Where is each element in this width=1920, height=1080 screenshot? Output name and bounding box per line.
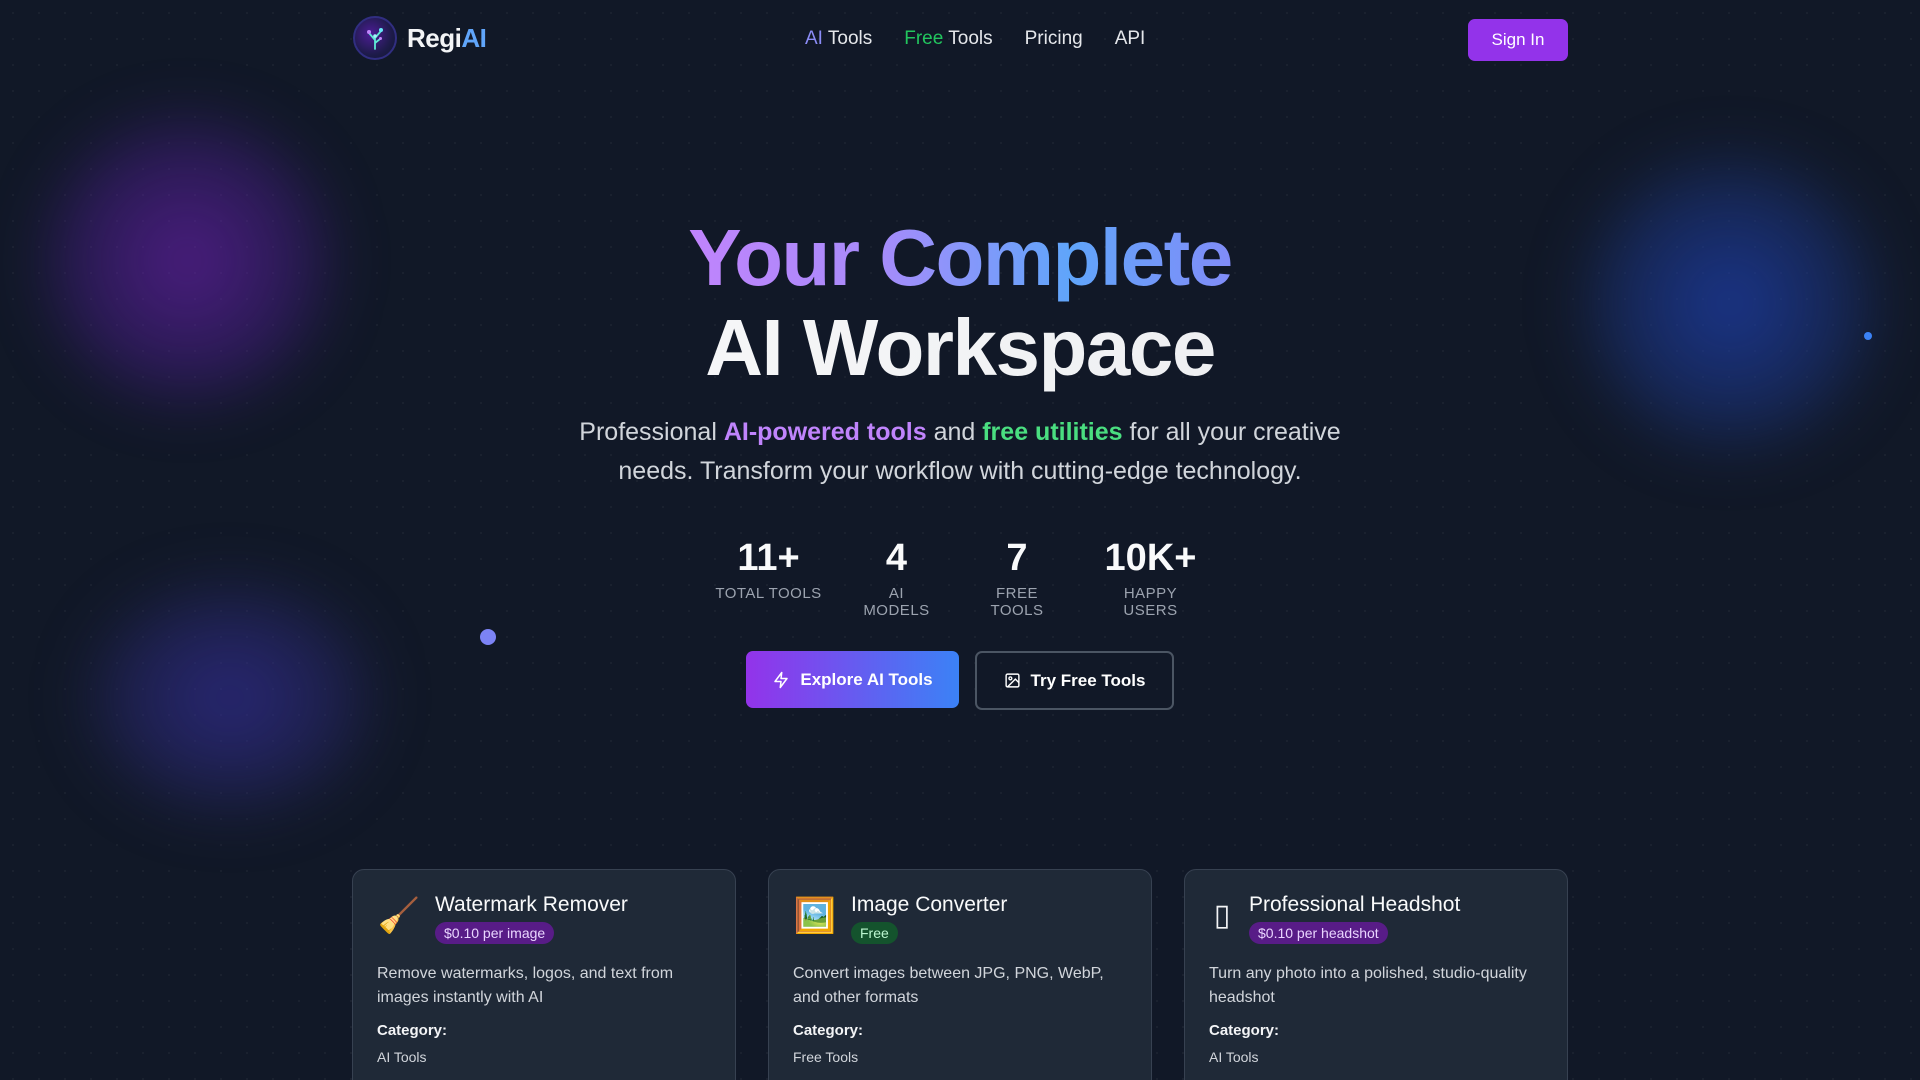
stat-value: 10K+ [1104, 537, 1197, 579]
card-title: Image Converter [851, 893, 1008, 916]
card-description: Remove watermarks, logos, and text from … [377, 965, 674, 1006]
top-navbar: RegiAI AI Tools Free Tools Pricing API S… [0, 0, 1920, 80]
stat-happy-users: 10K+ HAPPY USERS [1096, 533, 1206, 619]
nav-pricing[interactable]: Pricing [1025, 28, 1083, 50]
tool-card-professional-headshot[interactable]: ▯ Professional Headshot $0.10 per headsh… [1184, 869, 1568, 1080]
hero-subtitle: Professional AI-powered tools and free u… [579, 418, 1341, 485]
explore-ai-tools-button[interactable]: Explore AI Tools [746, 651, 959, 708]
broom-icon: 🧹 [377, 897, 421, 935]
hero-title-line2: AI Workspace [0, 302, 1920, 394]
stats-row: 11+ TOTAL TOOLS 4 AI MODELS 7 FREE TOOLS… [0, 533, 1920, 619]
logo-icon [353, 16, 397, 60]
try-free-tools-button[interactable]: Try Free Tools [975, 651, 1174, 710]
logo-text: RegiAI [407, 22, 487, 53]
missing-glyph-icon: ▯ [1213, 899, 1231, 932]
stat-label: HAPPY USERS [1123, 585, 1178, 619]
brand-logo[interactable]: RegiAI [353, 16, 487, 60]
main-nav: AI Tools Free Tools Pricing API [805, 28, 1145, 50]
price-badge: Free [851, 922, 898, 944]
card-title: Professional Headshot [1249, 893, 1461, 916]
card-description: Convert images between JPG, PNG, WebP, a… [793, 965, 1104, 1006]
tool-card-image-converter[interactable]: 🖼️ Image Converter Free Convert images b… [768, 869, 1152, 1080]
stat-label: TOTAL TOOLS [715, 585, 822, 602]
stat-free-tools: 7 FREE TOOLS [971, 533, 1064, 619]
tool-card-watermark-remover[interactable]: 🧹 Watermark Remover $0.10 per image Remo… [352, 869, 736, 1080]
stat-label: FREE TOOLS [990, 585, 1044, 619]
stat-total-tools: 11+ TOTAL TOOLS [715, 533, 823, 619]
stat-value: 7 [1006, 537, 1028, 579]
card-description: Turn any photo into a polished, studio-q… [1209, 965, 1527, 1006]
card-category-label: Category: [1209, 1022, 1280, 1039]
sign-in-button[interactable]: Sign In [1468, 19, 1568, 61]
card-category-label: Category: [793, 1022, 864, 1039]
framed-picture-icon: 🖼️ [793, 897, 837, 935]
stat-ai-models: 4 AI MODELS [855, 533, 939, 619]
nav-free-tools[interactable]: Free Tools [904, 28, 992, 50]
nav-ai-tools[interactable]: AI Tools [805, 28, 872, 50]
stat-value: 4 [885, 537, 908, 579]
stat-label: AI MODELS [863, 585, 930, 619]
highlight-ai-powered: AI-powered tools [723, 418, 927, 446]
decorative-dot [480, 629, 496, 645]
lightning-icon [774, 671, 789, 688]
highlight-free-utilities: free utilities [982, 418, 1123, 446]
card-category-value: AI Tools [377, 1049, 427, 1065]
card-title: Watermark Remover [435, 893, 628, 916]
price-badge: $0.10 per image [435, 922, 555, 944]
card-category-label: Category: [377, 1022, 448, 1039]
hero-title-line1: Your Complete [688, 213, 1233, 302]
nav-api[interactable]: API [1115, 28, 1146, 50]
image-icon [1004, 673, 1020, 688]
stat-value: 11+ [737, 537, 800, 579]
card-category-value: Free Tools [793, 1049, 859, 1065]
price-badge: $0.10 per headshot [1249, 922, 1388, 944]
card-category-value: AI Tools [1209, 1049, 1259, 1065]
